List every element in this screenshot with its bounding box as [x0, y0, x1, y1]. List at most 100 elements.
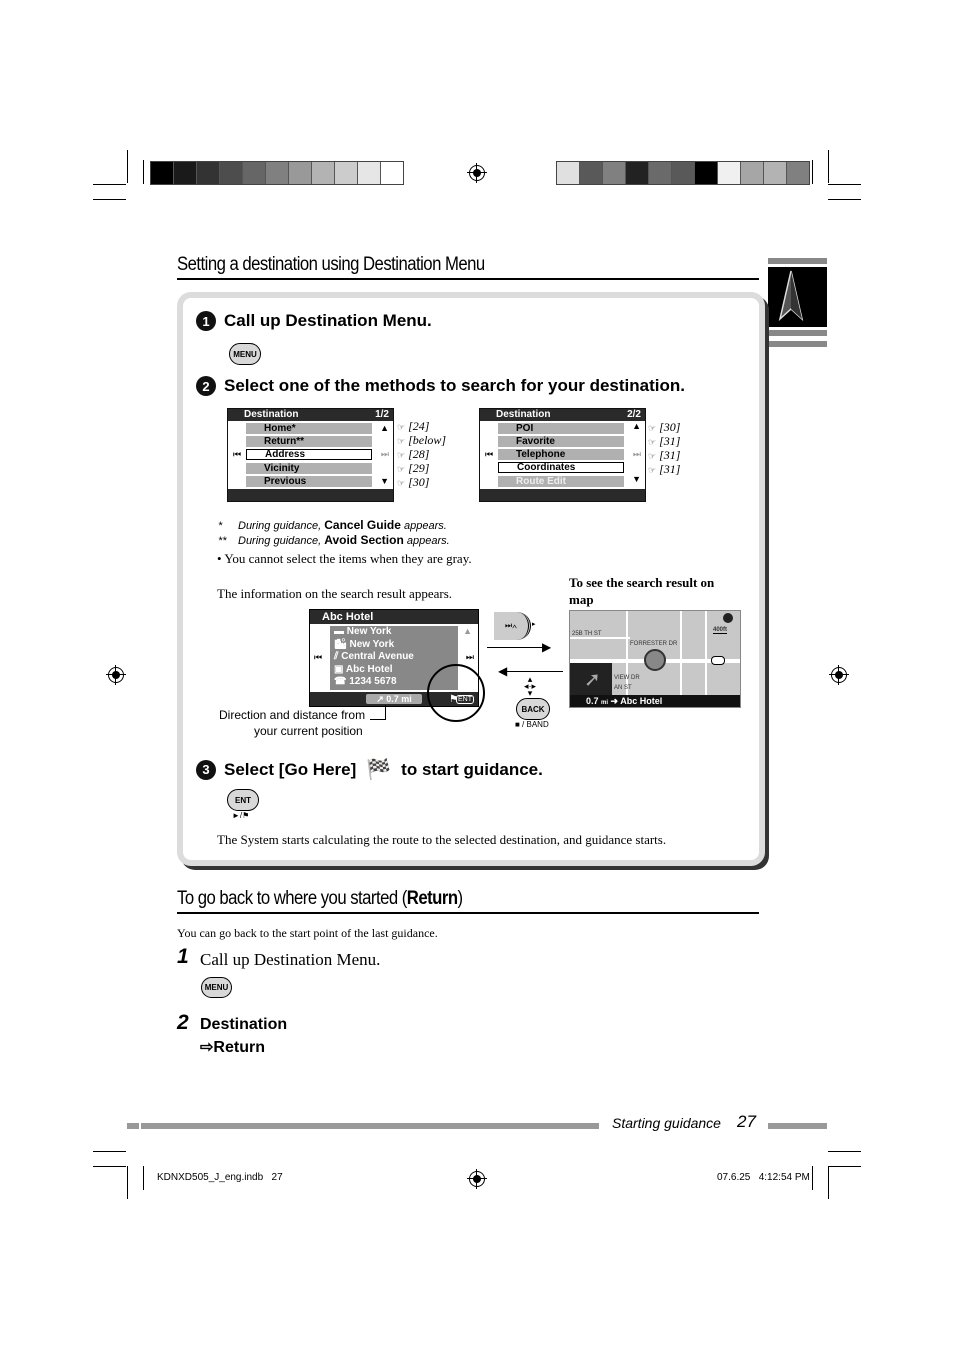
- menu-item-address[interactable]: Address: [246, 449, 372, 460]
- ent-button[interactable]: ENT: [227, 789, 259, 811]
- map-toggle-button[interactable]: ⏭∧: [494, 612, 531, 640]
- direction-caption-2: your current position: [254, 724, 363, 738]
- crop-mark: [93, 1151, 126, 1152]
- return-intro: You can go back to the start point of th…: [177, 926, 438, 940]
- screen-header: Destination: [496, 409, 551, 420]
- crop-mark: [828, 1166, 861, 1167]
- color-swatch: [220, 162, 243, 184]
- footer-bar: [127, 1123, 139, 1129]
- next-track-icon[interactable]: ⏭: [633, 449, 641, 460]
- map-view[interactable]: 25B TH ST FORRESTER DR VIEW DR AN ST 400…: [569, 610, 741, 708]
- color-swatch: [151, 162, 174, 184]
- map-label: FORRESTER DR: [630, 641, 678, 647]
- crop-mark: [812, 1166, 813, 1190]
- screen-header: Destination: [244, 409, 299, 420]
- step-2: 2 Select one of the methods to search fo…: [196, 376, 685, 396]
- color-swatch: [197, 162, 220, 184]
- color-swatch: [787, 162, 809, 184]
- crop-mark: [127, 1166, 128, 1199]
- color-swatch: [557, 162, 580, 184]
- menu-item-return[interactable]: Return**: [246, 436, 372, 447]
- color-swatch: [335, 162, 358, 184]
- footer-section-label: Starting guidance: [612, 1115, 721, 1131]
- arrow-left-head-icon: ◀: [498, 664, 508, 678]
- color-swatch: [243, 162, 266, 184]
- navigation-tab: [768, 267, 827, 327]
- previous-track-icon[interactable]: ⏮: [233, 449, 241, 460]
- compass-icon[interactable]: [723, 613, 733, 623]
- crop-mark: [143, 1166, 144, 1190]
- back-button[interactable]: BACK: [516, 698, 550, 720]
- page-ref: ☞ [31]: [648, 448, 681, 462]
- color-swatch: [312, 162, 335, 184]
- crop-mark: [93, 1166, 126, 1167]
- color-bar-right: [556, 161, 810, 185]
- previous-track-icon[interactable]: ⏮: [314, 652, 322, 663]
- color-swatch: [626, 162, 649, 184]
- step-number: 2: [196, 376, 216, 396]
- menu-item-coordinates[interactable]: Coordinates: [498, 462, 624, 473]
- color-swatch: [289, 162, 312, 184]
- reference-hand-icon: ☞: [648, 437, 657, 447]
- reference-hand-icon: ☞: [397, 478, 406, 488]
- previous-track-icon[interactable]: ⏮: [485, 449, 493, 460]
- result-row-street: ⫽ Central Avenue: [334, 651, 414, 662]
- crop-mark: [93, 184, 126, 185]
- menu-path-return: ⇨Return: [200, 1039, 265, 1056]
- color-swatch: [764, 162, 787, 184]
- scroll-up-icon[interactable]: ▲: [380, 423, 389, 433]
- page-ref: ☞ [24]: [397, 419, 430, 433]
- menu-item-vicinity[interactable]: Vicinity: [246, 463, 372, 474]
- menu-item-previous[interactable]: Previous: [246, 476, 372, 487]
- page-indicator: 2/2: [627, 409, 641, 420]
- reference-hand-icon: ☞: [397, 464, 406, 474]
- step-text-post: to start guidance.: [401, 759, 543, 779]
- color-swatch: [266, 162, 289, 184]
- reference-hand-icon: ☞: [397, 450, 406, 460]
- arrow-right-head-icon: ▶: [542, 640, 552, 654]
- scroll-down-icon[interactable]: ▼: [632, 474, 641, 484]
- menu-item-telephone[interactable]: Telephone: [498, 449, 624, 460]
- menu-item-home[interactable]: Home*: [246, 423, 372, 434]
- next-track-icon[interactable]: ⏭: [381, 449, 389, 460]
- color-swatch: [695, 162, 718, 184]
- next-track-icon[interactable]: ⏭: [466, 652, 474, 663]
- result-intro: The information on the search result app…: [217, 586, 452, 601]
- map-road: [680, 611, 682, 707]
- footer-bar: [768, 1123, 827, 1129]
- section-title: To go back to where you started (Return): [177, 888, 463, 909]
- menu-button[interactable]: MENU: [201, 977, 232, 998]
- registration-mark-icon: [467, 1169, 487, 1189]
- callout-line: [370, 719, 386, 720]
- play-icon: ▸: [532, 621, 536, 628]
- color-swatch: [649, 162, 672, 184]
- page-ref: ☞ [below]: [397, 433, 447, 447]
- section-title: Setting a destination using Destination …: [177, 254, 485, 275]
- gray-items-note: • You cannot select the items when they …: [217, 551, 472, 566]
- distance-indicator: ↗ 0.7 mi: [366, 694, 422, 704]
- menu-button[interactable]: MENU: [229, 343, 261, 365]
- crop-mark: [93, 199, 126, 200]
- side-tab-bar: [768, 330, 827, 336]
- crop-mark: [828, 184, 861, 185]
- scroll-down-icon[interactable]: ▼: [380, 476, 389, 486]
- result-header: Abc Hotel: [310, 610, 478, 624]
- map-road: [705, 611, 707, 707]
- callout-line: [385, 705, 386, 719]
- map-label: VIEW DR: [614, 675, 640, 681]
- reference-hand-icon: ☞: [397, 436, 406, 446]
- menu-item-favorite[interactable]: Favorite: [498, 436, 624, 447]
- print-timestamp: 07.6.25 4:12:54 PM: [717, 1172, 810, 1183]
- page-ref: ☞ [30]: [648, 420, 681, 434]
- crop-mark: [828, 150, 829, 183]
- color-swatch: [741, 162, 764, 184]
- step-1: 1 Call up Destination Menu.: [196, 311, 432, 331]
- scroll-up-icon[interactable]: ▲: [463, 626, 472, 636]
- footnote-1: * During guidance, Cancel Guide appears.: [218, 518, 447, 532]
- registration-mark-icon: [467, 163, 487, 183]
- scroll-up-icon[interactable]: ▲: [632, 421, 641, 431]
- menu-item-poi[interactable]: POI: [498, 423, 624, 434]
- reference-hand-icon: ☞: [648, 423, 657, 433]
- turn-arrow-icon: ➚: [584, 669, 601, 691]
- crop-mark: [828, 1151, 861, 1152]
